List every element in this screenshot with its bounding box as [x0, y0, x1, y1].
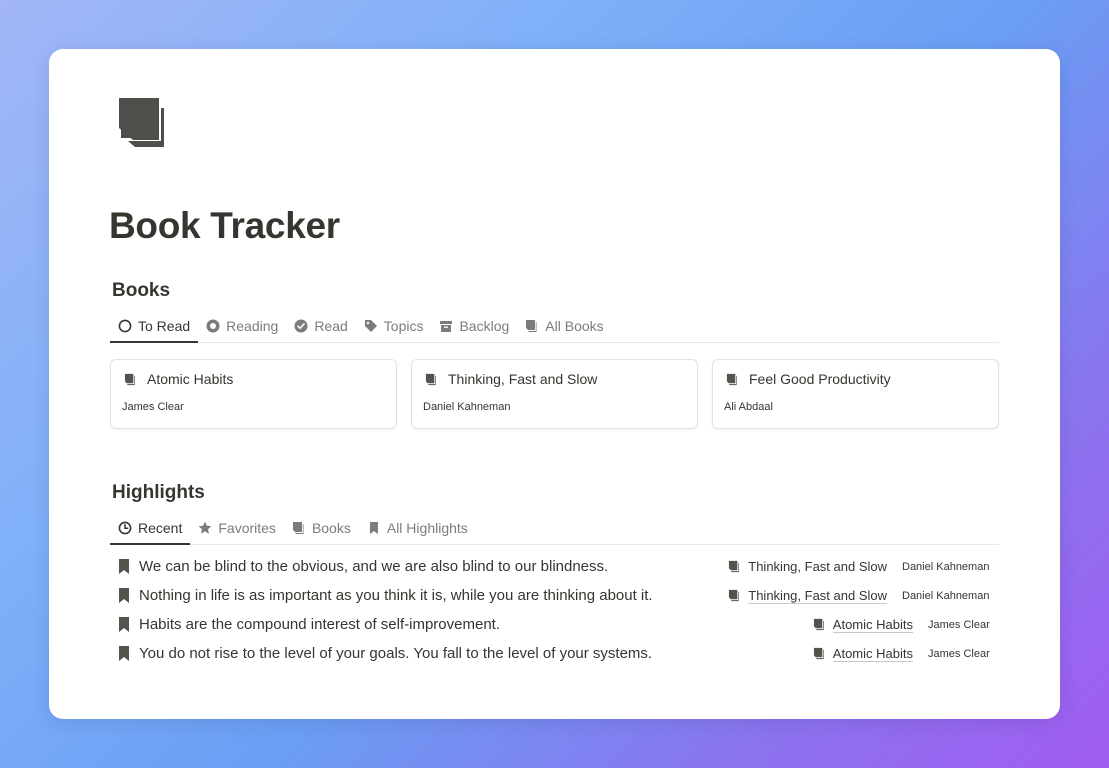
tab-to-read[interactable]: To Read [110, 309, 199, 343]
book-icon [425, 373, 436, 385]
clock-icon [118, 521, 132, 534]
book-icon [729, 560, 739, 573]
highlight-text: We can be blind to the obvious, and we a… [139, 558, 609, 575]
tab-backlog[interactable]: Backlog [431, 309, 517, 342]
table-row[interactable]: You do not rise to the level of your goa… [110, 639, 999, 668]
highlights-tabs: Recent Favorites Books All Highlights [110, 511, 999, 545]
book-card[interactable]: Thinking, Fast and Slow Daniel Kahneman [411, 359, 698, 429]
book-icon [124, 373, 135, 385]
highlight-author: Daniel Kahneman [902, 560, 990, 573]
book-card-title: Thinking, Fast and Slow [448, 371, 598, 387]
book-icon [729, 589, 739, 602]
books-tabs: To Read Reading Read Topics Backlog All … [110, 309, 999, 343]
archive-icon [440, 320, 453, 332]
tab-read[interactable]: Read [286, 309, 355, 342]
books-icon[interactable] [119, 98, 171, 154]
book-card-title: Atomic Habits [147, 371, 234, 387]
highlight-author: Daniel Kahneman [902, 589, 990, 602]
highlight-book-link[interactable]: Atomic Habits [813, 646, 913, 662]
table-row[interactable]: Nothing in life is as important as you t… [110, 581, 999, 610]
bookmark-icon [119, 646, 129, 661]
books-gallery: Atomic Habits James Clear Thinking, Fast… [110, 359, 999, 429]
table-row[interactable]: We can be blind to the obvious, and we a… [110, 552, 999, 581]
tab-recent[interactable]: Recent [110, 511, 191, 545]
star-icon [198, 521, 212, 534]
book-card-title: Feel Good Productivity [749, 371, 891, 387]
check-circle-icon [294, 319, 308, 332]
book-icon [726, 373, 737, 385]
book-card-author: James Clear [122, 401, 184, 413]
book-card[interactable]: Atomic Habits James Clear [110, 359, 397, 429]
page-card: Book Tracker Books To Read Reading Read … [49, 49, 1060, 719]
bookmark-icon [119, 559, 129, 574]
circle-outline-icon [118, 319, 132, 332]
tab-reading[interactable]: Reading [198, 309, 286, 342]
bookmark-icon [119, 588, 129, 603]
highlight-text: You do not rise to the level of your goa… [139, 645, 653, 662]
circle-dot-icon [206, 319, 220, 332]
highlight-author: James Clear [928, 618, 990, 631]
highlight-text: Nothing in life is as important as you t… [139, 587, 653, 604]
highlight-author: James Clear [928, 647, 990, 660]
book-card-author: Daniel Kahneman [423, 401, 511, 413]
book-icon [813, 618, 824, 631]
book-icon [813, 647, 824, 660]
book-card-author: Ali Abdaal [724, 401, 773, 413]
highlight-book-link[interactable]: Thinking, Fast and Slow [728, 588, 887, 604]
tab-all-highlights[interactable]: All Highlights [359, 511, 476, 544]
highlight-book-link[interactable]: Atomic Habits [813, 617, 913, 633]
highlight-text: Habits are the compound interest of self… [139, 616, 501, 633]
tab-favorites[interactable]: Favorites [190, 511, 284, 544]
books-section-title: Books [112, 280, 171, 301]
book-icon [526, 319, 537, 332]
bookmark-icon [369, 521, 378, 534]
table-row[interactable]: Habits are the compound interest of self… [110, 610, 999, 639]
highlight-book-link[interactable]: Thinking, Fast and Slow [728, 559, 887, 574]
tab-books[interactable]: Books [284, 511, 359, 544]
book-card[interactable]: Feel Good Productivity Ali Abdaal [712, 359, 999, 429]
tab-all-books[interactable]: All Books [517, 309, 611, 342]
page-title: Book Tracker [109, 205, 340, 246]
bookmark-icon [119, 617, 129, 632]
highlights-list: We can be blind to the obvious, and we a… [110, 552, 999, 668]
tag-icon [364, 319, 377, 332]
book-icon [292, 521, 304, 534]
tab-topics[interactable]: Topics [356, 309, 432, 342]
highlights-section-title: Highlights [112, 482, 205, 503]
